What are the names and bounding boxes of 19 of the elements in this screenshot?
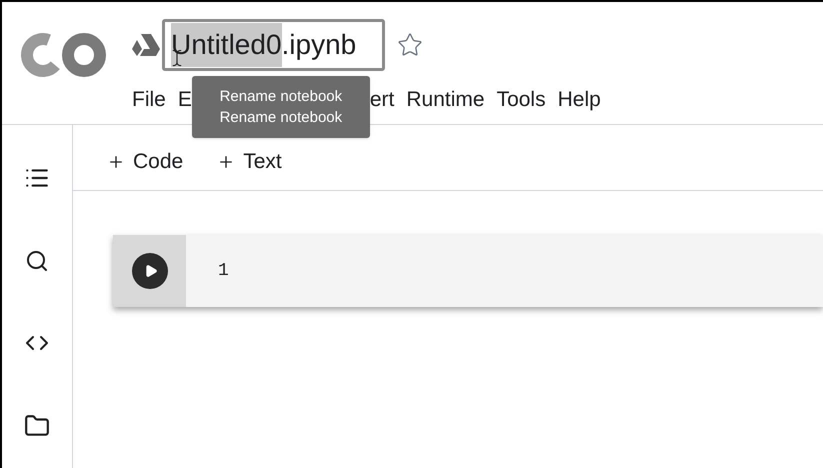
add-cell-button[interactable]: Text <box>217 146 282 178</box>
menu-item[interactable]: File <box>132 84 166 116</box>
folder-icon[interactable] <box>24 413 50 439</box>
run-button[interactable] <box>132 253 168 289</box>
play-icon <box>144 264 158 278</box>
title-field[interactable]: Untitled0.ipynb <box>162 19 386 71</box>
menu-item[interactable]: ert <box>370 84 394 116</box>
menu-item[interactable]: Help <box>558 84 601 116</box>
code-cell[interactable]: 1 <box>113 235 823 307</box>
star-icon[interactable] <box>397 32 424 58</box>
line-number: 1 <box>218 260 229 282</box>
menu-item[interactable]: E <box>178 84 192 116</box>
tooltip-text: Rename notebook <box>220 87 342 107</box>
menu-item[interactable]: Runtime <box>406 84 485 116</box>
search-icon[interactable] <box>25 249 49 273</box>
tooltip-text: Rename notebook <box>220 108 342 128</box>
menu-item[interactable]: Tools <box>496 84 546 116</box>
drive-icon <box>132 34 160 56</box>
add-cell-button[interactable]: Code <box>107 146 184 178</box>
